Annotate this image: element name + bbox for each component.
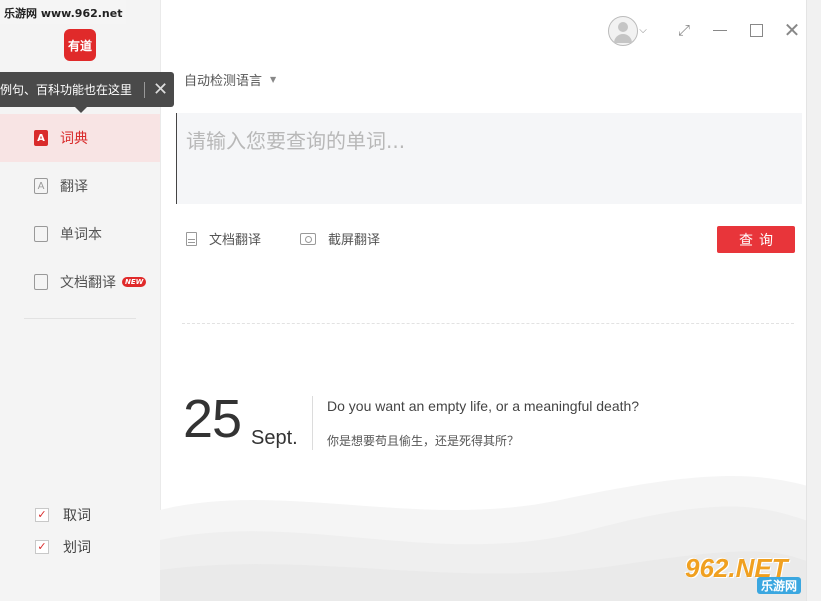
query-input[interactable] <box>176 113 802 204</box>
quote-divider <box>312 396 313 450</box>
watermark-bottom: 962.NET 乐游网 <box>683 553 818 595</box>
chevron-down-icon[interactable]: ⌵ <box>638 14 648 46</box>
wordbook-icon <box>34 226 48 242</box>
translate-icon: A <box>34 178 48 194</box>
document-translate-link[interactable]: 文档翻译 <box>186 229 261 248</box>
youdao-logo: 有道 <box>64 29 96 61</box>
scrollbar-track[interactable] <box>806 0 821 601</box>
daily-quote-chinese: 你是想要苟且偷生，还是死得其所？ <box>327 434 520 448</box>
sidebar-item-document-translate[interactable]: 文档翻译 NEW <box>0 258 160 306</box>
sidebar-item-translate[interactable]: A 翻译 <box>0 162 160 210</box>
document-icon <box>186 231 197 246</box>
new-badge: NEW <box>122 277 147 287</box>
daily-quote-english: Do you want an empty life, or a meaningf… <box>327 398 640 414</box>
search-button[interactable]: 查询 <box>717 226 795 253</box>
document-icon <box>34 274 48 290</box>
select-word-label: 划词 <box>63 540 91 556</box>
checkbox-capture-word[interactable]: ✓ <box>35 508 49 522</box>
dictionary-icon: A <box>34 130 48 146</box>
tooltip-separator <box>144 81 145 98</box>
language-select[interactable]: 自动检测语言 ▼ <box>184 70 276 89</box>
checkbox-select-word[interactable]: ✓ <box>35 540 49 554</box>
tooltip-close-icon[interactable]: ✕ <box>153 80 168 99</box>
daily-date-day: 25 <box>183 389 242 449</box>
tooltip-text: 例句、百科功能也在这里 <box>0 83 133 97</box>
sidebar-item-wordbook[interactable]: 单词本 <box>0 210 160 258</box>
sidebar-item-label: 单词本 <box>60 227 102 243</box>
sidebar-nav: A 词典 A 翻译 单词本 文档翻译 NEW <box>0 114 160 306</box>
close-icon[interactable]: ✕ <box>782 14 802 46</box>
minimize-icon[interactable] <box>710 14 730 46</box>
sidebar-item-label: 翻译 <box>60 179 88 195</box>
select-word-toggle[interactable]: ✓ 划词 <box>35 537 91 557</box>
watermark-top: 乐游网 www.962.net <box>0 0 127 24</box>
capture-word-label: 取词 <box>63 508 91 524</box>
capture-word-toggle[interactable]: ✓ 取词 <box>35 505 91 525</box>
screenshot-translate-link[interactable]: 截屏翻译 <box>300 229 380 248</box>
sidebar-item-label: 词典 <box>60 131 88 147</box>
daily-date-month: Sept. <box>251 427 298 449</box>
document-translate-label: 文档翻译 <box>209 233 262 248</box>
feature-tooltip: 例句、百科功能也在这里 ✕ <box>0 72 174 113</box>
language-select-label: 自动检测语言 <box>184 74 263 89</box>
camera-icon <box>300 232 316 245</box>
sidebar-divider <box>24 318 136 319</box>
watermark-bottom-small: 乐游网 <box>757 577 802 594</box>
sidebar-item-label: 文档翻译 <box>60 275 116 291</box>
screenshot-translate-label: 截屏翻译 <box>328 233 381 248</box>
sidebar-item-dictionary[interactable]: A 词典 <box>0 114 160 162</box>
user-avatar-icon[interactable] <box>608 16 638 46</box>
caret-down-icon: ▼ <box>270 75 277 84</box>
expand-icon[interactable]: ⤢ <box>674 14 694 46</box>
maximize-icon[interactable] <box>746 14 766 46</box>
section-divider <box>182 323 794 324</box>
